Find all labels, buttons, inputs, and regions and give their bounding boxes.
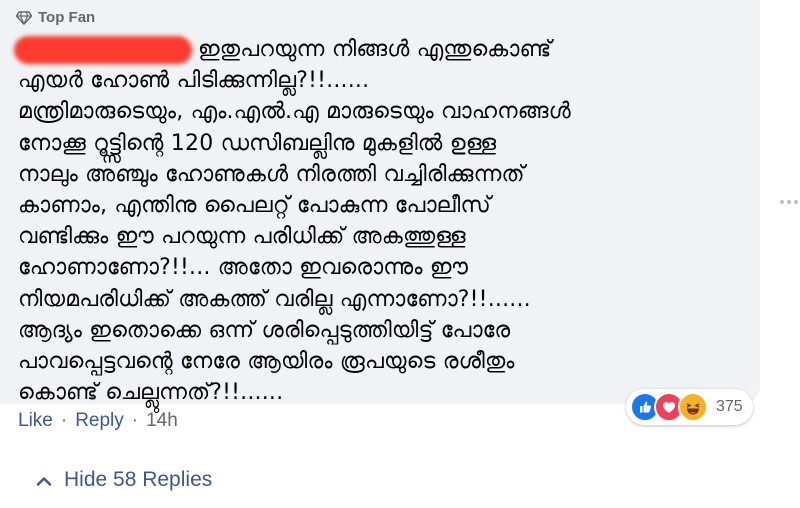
separator: · bbox=[131, 410, 139, 431]
comment-line: നാലും അഞ്ചും ഹോണുകൾ നിരത്തി വച്ചിരിക്കുന… bbox=[18, 161, 525, 187]
comment-line: കാണാം, എന്തിനു പൈലറ്റ് പോകുന്ന പോലീസ് bbox=[18, 193, 491, 219]
comment-line: ആദ്യം ഇതൊക്കെ ഒന്ന് ശരിപ്പെടുത്തിയിട്ട് … bbox=[18, 317, 511, 343]
haha-icon bbox=[678, 392, 708, 422]
comment-bubble: Top Fan ഇതുപറയുന്ന നിങ്ങൾ എന്തുകൊണ്ട് എയ… bbox=[0, 0, 760, 405]
chevron-up-icon bbox=[36, 468, 52, 492]
more-options-icon[interactable] bbox=[780, 200, 798, 204]
hide-replies-label: Hide 58 Replies bbox=[64, 468, 213, 491]
diamond-icon bbox=[16, 10, 32, 25]
comment-line: ഹോണാണോ?!!... അതോ ഇവരൊന്നും ഈ bbox=[18, 255, 469, 281]
reaction-count: 375 bbox=[716, 398, 743, 415]
reply-button[interactable]: Reply bbox=[75, 410, 124, 432]
comment-body: ഇതുപറയുന്ന നിങ്ങൾ എന്തുകൊണ്ട് എയർ ഹോൺ പി… bbox=[18, 34, 758, 408]
comment-line: ഇതുപറയുന്ന നിങ്ങൾ എന്തുകൊണ്ട് bbox=[198, 37, 552, 62]
reactions-summary[interactable]: 375 bbox=[626, 389, 753, 425]
top-fan-badge: Top Fan bbox=[16, 9, 95, 26]
comment-line: വണ്ടിക്കും ഈ പറയുന്ന പരിധിക്ക് അകത്തുള്ള bbox=[18, 224, 466, 250]
comment-timestamp[interactable]: 14h bbox=[146, 410, 178, 432]
hide-replies-button[interactable]: Hide 58 Replies bbox=[36, 468, 212, 492]
badge-label: Top Fan bbox=[38, 9, 96, 26]
separator: · bbox=[60, 410, 68, 431]
comment-line: നിയമപരിധിക്ക് അകത്ത് വരില്ല എന്നാണോ?!!..… bbox=[18, 286, 531, 312]
comment-line: മന്ത്രിമാരുടെയും, എം.എൽ.എ മാരുടെയും വാഹന… bbox=[18, 99, 571, 125]
comment-line: പാവപ്പെട്ടവന്റെ നേരേ ആയിരം രൂപയുടെ രശീതു… bbox=[18, 349, 515, 375]
comment-line: എയർ ഹോൺ പിടിക്കുന്നില്ല?!!...... bbox=[18, 68, 370, 94]
like-button[interactable]: Like bbox=[18, 410, 53, 432]
comment-actions: Like · Reply · 14h bbox=[18, 410, 178, 432]
comment-line: നോക്കൂ റൂട്ട്സിന്റെ 120 ഡസിബല്ലിനു മുകളി… bbox=[18, 130, 497, 156]
